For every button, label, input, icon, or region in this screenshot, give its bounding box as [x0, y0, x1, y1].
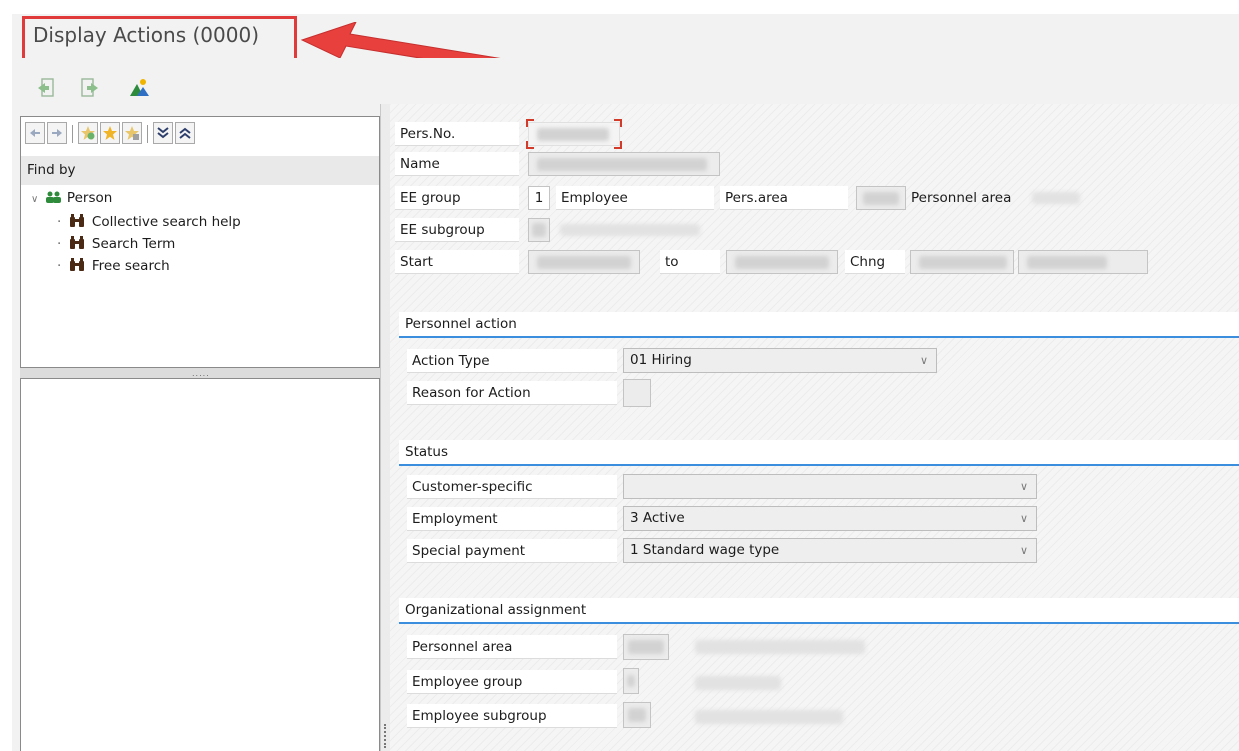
focus-corner [526, 119, 534, 127]
tree-node-collective-search[interactable]: · Collective search help [57, 211, 241, 233]
toolbar-separator [147, 125, 148, 143]
detail-area: Pers.No. Name EE group 1 Employee Pers.a… [390, 104, 1239, 751]
pers-area-field[interactable] [856, 186, 906, 210]
start-label: Start [395, 250, 519, 274]
ee-group-label: EE group [395, 186, 519, 210]
employment-label: Employment [407, 507, 617, 531]
pers-no-field[interactable] [528, 122, 620, 146]
object-navigator: Find by ∨ Person · Collective search hel… [20, 116, 380, 368]
vertical-splitter[interactable] [380, 104, 390, 751]
find-by-header: Find by [21, 156, 379, 185]
collapse-all-icon[interactable] [175, 122, 195, 144]
chevron-down-icon[interactable]: ∨ [31, 194, 38, 205]
horizontal-splitter[interactable]: ..... [20, 368, 380, 378]
org-structure-icon[interactable] [128, 77, 150, 99]
add-favorite-icon[interactable] [78, 122, 98, 144]
employment-value: 3 Active [630, 510, 685, 526]
personnel-action-title: Personnel action [399, 312, 1239, 338]
status-title: Status [399, 440, 1239, 466]
splitter-grip-icon: ..... [192, 369, 210, 378]
star-icon[interactable] [100, 122, 120, 144]
chevron-down-icon[interactable]: ∨ [1020, 475, 1028, 498]
forward-icon[interactable] [80, 77, 102, 99]
name-field[interactable] [528, 152, 720, 176]
changed-by-field[interactable] [1018, 250, 1148, 274]
name-label: Name [395, 152, 519, 176]
splitter-grip-icon [384, 724, 387, 748]
reason-label: Reason for Action [407, 381, 617, 405]
chng-label: Chng [845, 250, 905, 274]
chevron-down-icon[interactable]: ∨ [1020, 507, 1028, 530]
customer-specific-label: Customer-specific [407, 475, 617, 499]
org-employee-subgroup-field[interactable] [623, 702, 651, 728]
bullet-icon: · [57, 258, 62, 274]
chevron-down-icon[interactable]: ∨ [1020, 539, 1028, 562]
tree-node-label: Person [66, 190, 113, 206]
navigator-toolbar [21, 117, 379, 156]
title-highlight-box [22, 16, 297, 62]
org-personnel-area-label: Personnel area [407, 635, 617, 659]
ee-subgroup-field[interactable] [528, 218, 550, 242]
expand-all-icon[interactable] [153, 122, 173, 144]
tree-node-person[interactable]: ∨ Person [31, 187, 112, 209]
action-type-label: Action Type [407, 349, 617, 373]
arrow-right-icon[interactable] [47, 122, 67, 144]
binoculars-icon [69, 214, 84, 227]
pers-area-label: Pers.area [720, 186, 848, 210]
arrow-left-icon[interactable] [25, 122, 45, 144]
org-employee-group-field[interactable] [623, 668, 639, 694]
delete-favorite-icon[interactable] [122, 122, 142, 144]
chevron-down-icon[interactable]: ∨ [920, 349, 928, 372]
changed-on-field[interactable] [910, 250, 1014, 274]
ee-group-text: Employee [556, 186, 714, 210]
toolbar-separator [72, 125, 73, 143]
binoculars-icon [69, 236, 84, 249]
org-personnel-area-field[interactable] [623, 634, 669, 660]
special-payment-label: Special payment [407, 539, 617, 563]
org-employee-subgroup-label: Employee subgroup [407, 704, 617, 728]
tree-node-label: Collective search help [91, 214, 241, 230]
focus-corner [526, 141, 534, 149]
org-employee-group-label: Employee group [407, 670, 617, 694]
ee-subgroup-text [560, 224, 700, 236]
org-personnel-area-text [695, 640, 865, 654]
application-toolbar [12, 58, 1239, 104]
focus-corner [614, 119, 622, 127]
bullet-icon: · [57, 214, 62, 230]
start-date-field[interactable] [528, 250, 640, 274]
focus-corner [614, 141, 622, 149]
tree-node-label: Search Term [91, 236, 176, 252]
personnel-area-value [1032, 192, 1080, 204]
org-assignment-group: Organizational assignment Personnel area… [399, 598, 1239, 748]
binoculars-icon [69, 258, 84, 271]
ee-subgroup-label: EE subgroup [395, 218, 519, 242]
org-employee-group-text [695, 676, 781, 690]
end-date-field[interactable] [726, 250, 838, 274]
back-to-list-icon[interactable] [36, 77, 58, 99]
status-group: Status Customer-specific ∨ Employment 3 … [399, 440, 1239, 586]
special-payment-value: 1 Standard wage type [630, 542, 780, 558]
hit-list-panel [20, 378, 380, 751]
special-payment-select[interactable]: 1 Standard wage type ∨ [623, 538, 1037, 563]
person-group-icon [45, 191, 61, 203]
ee-group-field[interactable]: 1 [528, 186, 550, 210]
bullet-icon: · [57, 236, 62, 252]
action-type-select[interactable]: 01 Hiring ∨ [623, 348, 937, 373]
to-label: to [660, 250, 720, 274]
tree-node-label: Free search [91, 258, 170, 274]
tree-node-free-search[interactable]: · Free search [57, 255, 170, 277]
action-type-value: 01 Hiring [630, 352, 692, 368]
tree-node-search-term[interactable]: · Search Term [57, 233, 175, 255]
pers-no-label: Pers.No. [395, 122, 519, 146]
org-employee-subgroup-text [695, 710, 843, 724]
personnel-area-text: Personnel area [911, 190, 1012, 206]
org-assignment-title: Organizational assignment [399, 598, 1239, 624]
customer-specific-select[interactable]: ∨ [623, 474, 1037, 499]
employment-select[interactable]: 3 Active ∨ [623, 506, 1037, 531]
reason-field[interactable] [623, 379, 651, 407]
personnel-action-group: Personnel action Action Type 01 Hiring ∨… [399, 312, 1239, 418]
